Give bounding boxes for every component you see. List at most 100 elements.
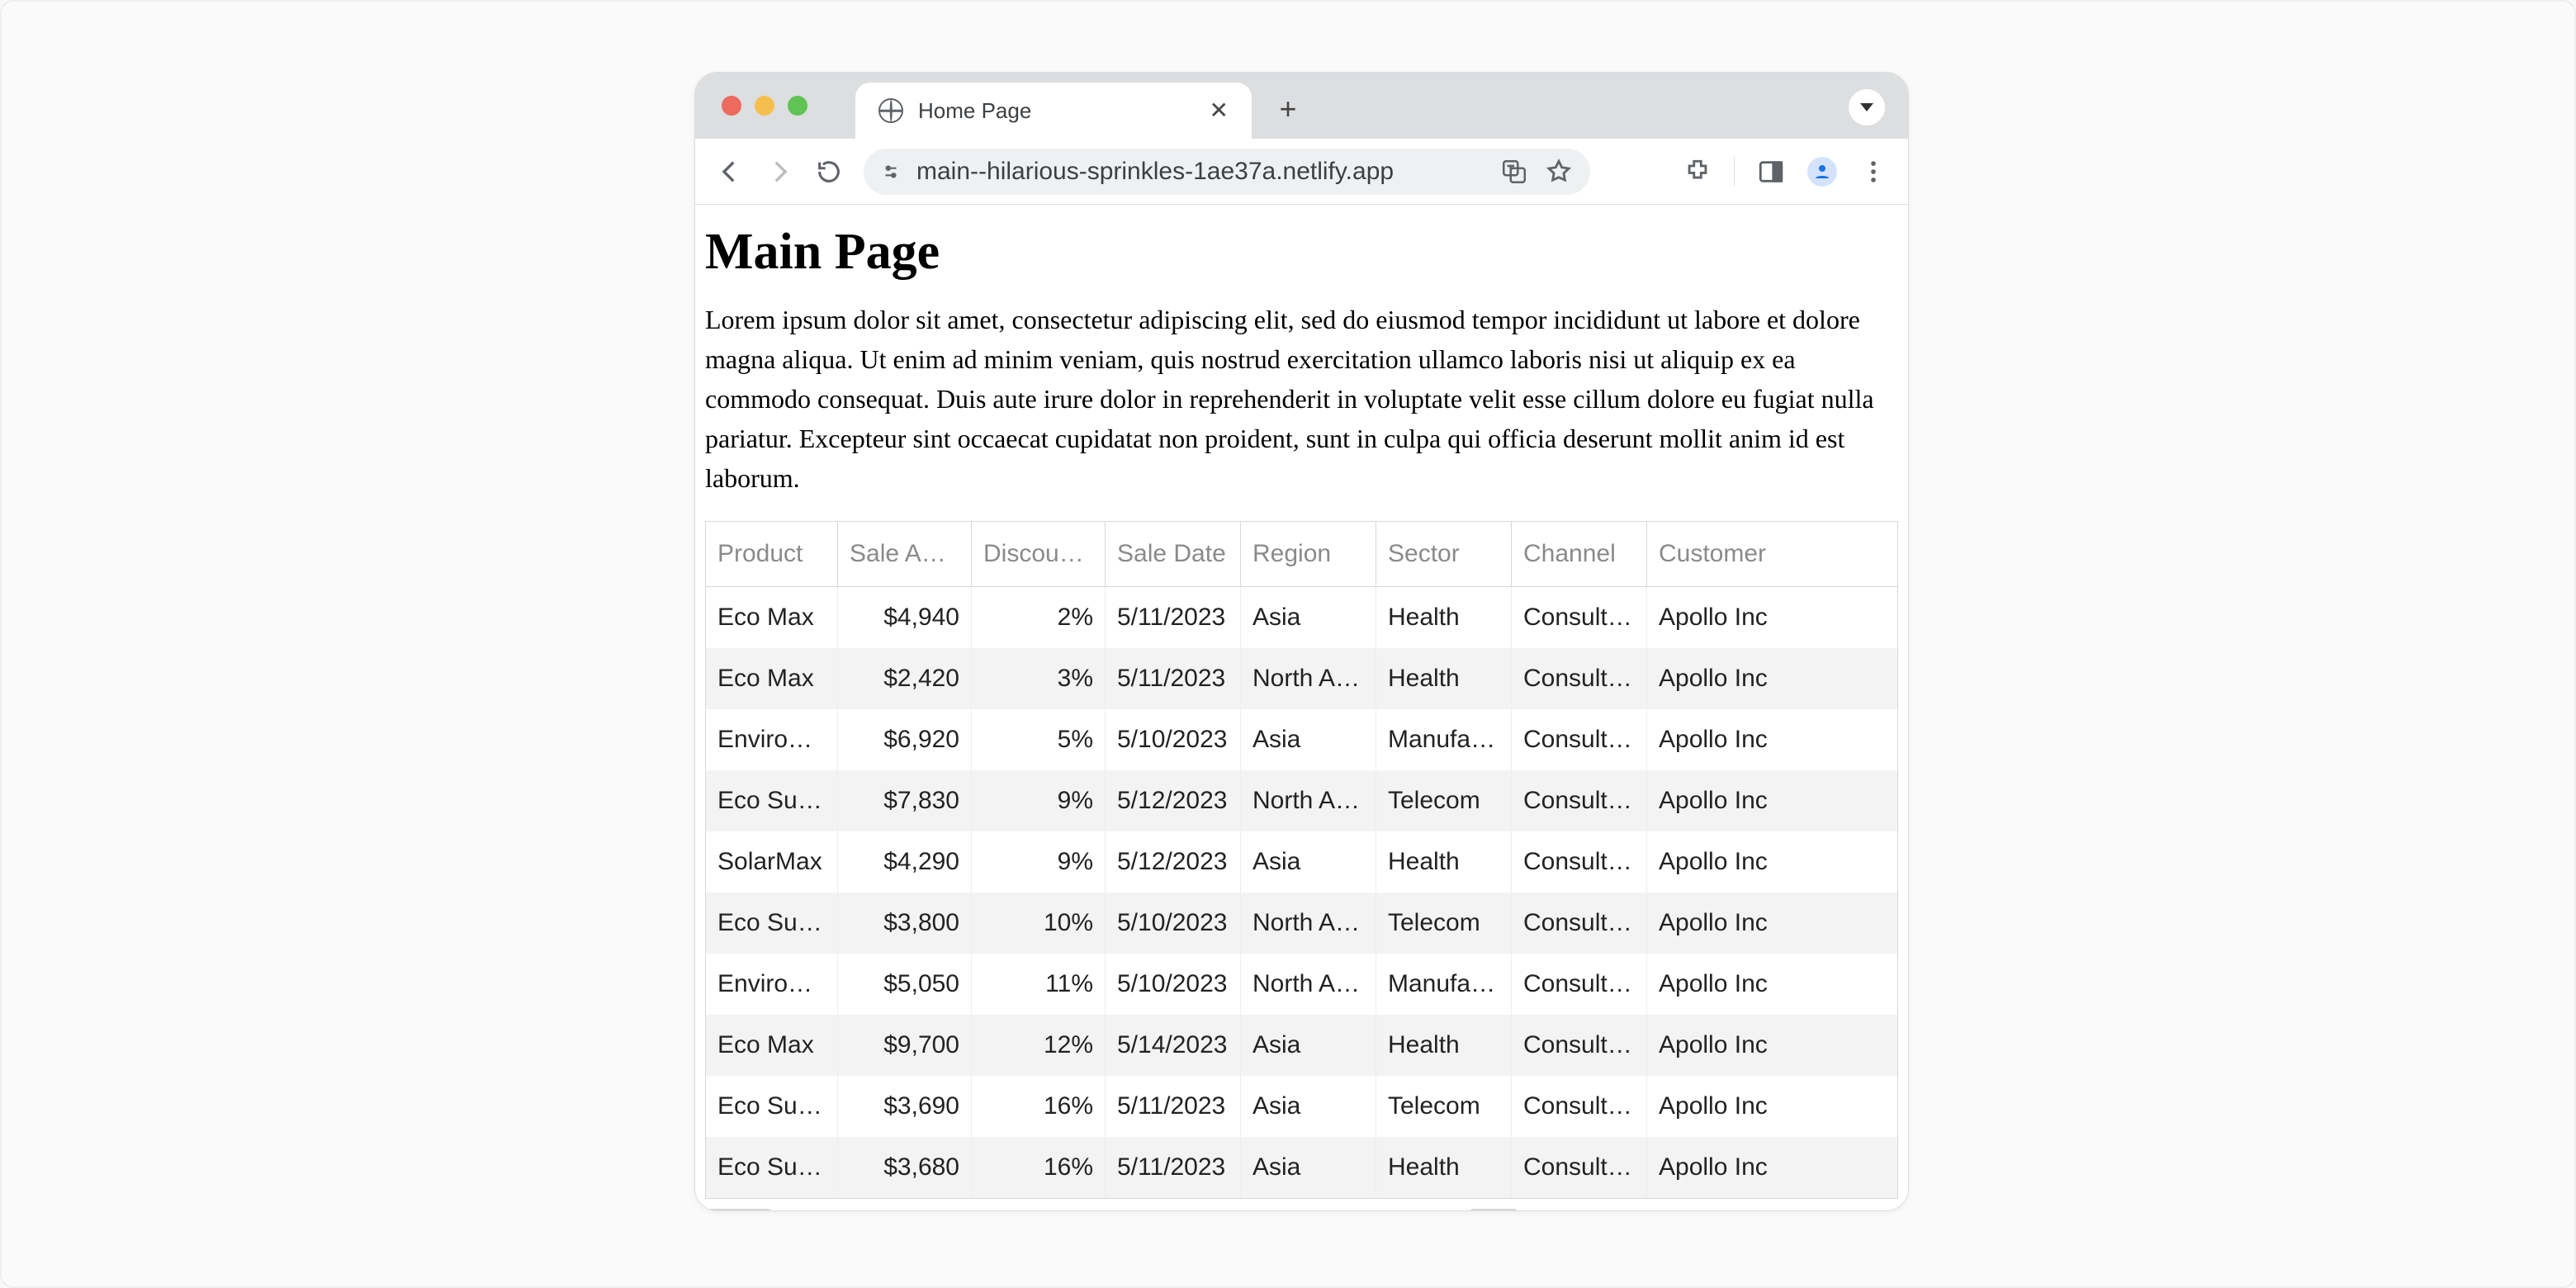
table-row[interactable]: Eco Max$2,4203%5/11/2023North A…HealthCo…	[706, 648, 1897, 709]
separator	[1734, 157, 1735, 187]
table-row[interactable]: Eco Su…$7,8309%5/12/2023North A…TelecomC…	[706, 770, 1897, 831]
cell-discount: 12%	[972, 1015, 1106, 1076]
close-window-button[interactable]	[722, 96, 741, 116]
tab-strip: Home Page ✕ +	[695, 73, 1908, 139]
pagination-bar: 10 25 50 100 1 2 3 4 5 . . . 155	[705, 1199, 1898, 1210]
table-row[interactable]: EnviroC…$5,05011%5/10/2023North A…Manufa…	[706, 954, 1897, 1015]
page-title: Main Page	[705, 223, 1898, 282]
bookmark-star-icon[interactable]	[1544, 157, 1574, 187]
translate-icon[interactable]	[1499, 157, 1529, 187]
cell-date: 5/12/2023	[1106, 770, 1241, 831]
tabs-dropdown-button[interactable]	[1849, 89, 1885, 125]
cell-discount: 2%	[972, 587, 1106, 648]
page-3[interactable]: 3	[1579, 1209, 1627, 1210]
cell-region: Asia	[1241, 1015, 1376, 1076]
page-2[interactable]: 2	[1524, 1209, 1572, 1210]
cell-amount: $3,680	[838, 1137, 972, 1198]
cell-region: North A…	[1241, 648, 1376, 709]
intro-paragraph: Lorem ipsum dolor sit amet, consectetur …	[705, 300, 1898, 498]
maximize-window-button[interactable]	[788, 96, 807, 116]
cell-region: Asia	[1241, 831, 1376, 893]
cell-product: Eco Su…	[706, 1076, 838, 1137]
cell-sector: Telecom	[1376, 893, 1512, 954]
cell-sector: Health	[1376, 1015, 1512, 1076]
cell-channel: Consult…	[1512, 954, 1647, 1015]
minimize-window-button[interactable]	[755, 96, 774, 116]
cell-date: 5/10/2023	[1106, 709, 1241, 770]
kebab-menu-icon[interactable]	[1859, 157, 1888, 187]
table-row[interactable]: Eco Su…$3,68016%5/11/2023AsiaHealthConsu…	[706, 1137, 1897, 1198]
site-settings-icon[interactable]	[880, 161, 902, 182]
cell-product: Eco Su…	[706, 770, 838, 831]
cell-discount: 5%	[972, 709, 1106, 770]
cell-channel: Consult…	[1512, 1015, 1647, 1076]
cell-customer: Apollo Inc	[1647, 709, 1897, 770]
table-row[interactable]: Eco Su…$3,69016%5/11/2023AsiaTelecomCons…	[706, 1076, 1897, 1137]
cell-date: 5/11/2023	[1106, 648, 1241, 709]
extensions-icon[interactable]	[1683, 157, 1712, 187]
page-5[interactable]: 5	[1687, 1209, 1735, 1210]
cell-date: 5/11/2023	[1106, 587, 1241, 648]
globe-icon	[878, 98, 903, 123]
profile-avatar[interactable]	[1807, 157, 1837, 187]
table-row[interactable]: Eco Max$9,70012%5/14/2023AsiaHealthConsu…	[706, 1015, 1897, 1076]
table-row[interactable]: Eco Su…$3,80010%5/10/2023North A…Telecom…	[706, 893, 1897, 954]
tab-title: Home Page	[918, 98, 1195, 124]
cell-region: North A…	[1241, 954, 1376, 1015]
cell-product: Eco Max	[706, 587, 838, 648]
column-header[interactable]: Sale A…	[838, 522, 972, 587]
page-ellipsis[interactable]: . . .	[1741, 1209, 1811, 1210]
cell-customer: Apollo Inc	[1647, 587, 1897, 648]
chevron-down-icon	[1860, 103, 1873, 111]
page-155[interactable]: 155	[1818, 1209, 1895, 1210]
browser-window: Home Page ✕ + main--hilario	[694, 72, 1909, 1211]
column-header[interactable]: Customer	[1647, 522, 1897, 587]
cell-region: Asia	[1241, 709, 1376, 770]
cell-channel: Consult…	[1512, 1076, 1647, 1137]
column-header[interactable]: Product	[706, 522, 838, 587]
cell-amount: $7,830	[838, 770, 972, 831]
side-panel-icon[interactable]	[1756, 157, 1786, 187]
url-text: main--hilarious-sprinkles-1ae37a.netlify…	[916, 158, 1485, 186]
cell-customer: Apollo Inc	[1647, 1015, 1897, 1076]
cell-channel: Consult…	[1512, 709, 1647, 770]
cell-channel: Consult…	[1512, 1137, 1647, 1198]
cell-sector: Health	[1376, 648, 1512, 709]
reload-button[interactable]	[814, 157, 844, 187]
table-row[interactable]: SolarMax$4,2909%5/12/2023AsiaHealthConsu…	[706, 831, 1897, 893]
page-size-25[interactable]: 25	[778, 1209, 841, 1210]
cell-date: 5/12/2023	[1106, 831, 1241, 893]
cell-sector: Telecom	[1376, 1076, 1512, 1137]
column-header[interactable]: Sale Date	[1106, 522, 1241, 587]
cell-amount: $6,920	[838, 709, 972, 770]
column-header[interactable]: Region	[1241, 522, 1376, 587]
cell-amount: $3,800	[838, 893, 972, 954]
page-4[interactable]: 4	[1633, 1209, 1681, 1210]
back-button[interactable]	[715, 157, 745, 187]
cell-channel: Consult…	[1512, 770, 1647, 831]
column-header[interactable]: Channel	[1512, 522, 1647, 587]
cell-customer: Apollo Inc	[1647, 1137, 1897, 1198]
column-header[interactable]: Sector	[1376, 522, 1512, 587]
cell-discount: 9%	[972, 770, 1106, 831]
cell-channel: Consult…	[1512, 648, 1647, 709]
page-size-100[interactable]: 100	[916, 1209, 992, 1210]
cell-customer: Apollo Inc	[1647, 893, 1897, 954]
column-header[interactable]: Discoun…	[972, 522, 1106, 587]
table-row[interactable]: EnviroC…$6,9205%5/10/2023AsiaManufa…Cons…	[706, 709, 1897, 770]
page-size-50[interactable]: 50	[846, 1209, 909, 1210]
cell-product: Eco Max	[706, 1015, 838, 1076]
table-row[interactable]: Eco Max$4,9402%5/11/2023AsiaHealthConsul…	[706, 587, 1897, 648]
address-bar[interactable]: main--hilarious-sprinkles-1ae37a.netlify…	[864, 149, 1590, 195]
browser-tab[interactable]: Home Page ✕	[855, 83, 1252, 139]
cell-channel: Consult…	[1512, 831, 1647, 893]
window-controls	[722, 96, 807, 116]
cell-discount: 11%	[972, 954, 1106, 1015]
cell-amount: $2,420	[838, 648, 972, 709]
forward-button[interactable]	[765, 157, 794, 187]
new-tab-button[interactable]: +	[1268, 89, 1308, 129]
close-tab-icon[interactable]: ✕	[1210, 99, 1229, 122]
page-size-10[interactable]: 10	[708, 1209, 771, 1210]
page-1[interactable]: 1	[1470, 1209, 1518, 1210]
cell-product: Eco Max	[706, 648, 838, 709]
